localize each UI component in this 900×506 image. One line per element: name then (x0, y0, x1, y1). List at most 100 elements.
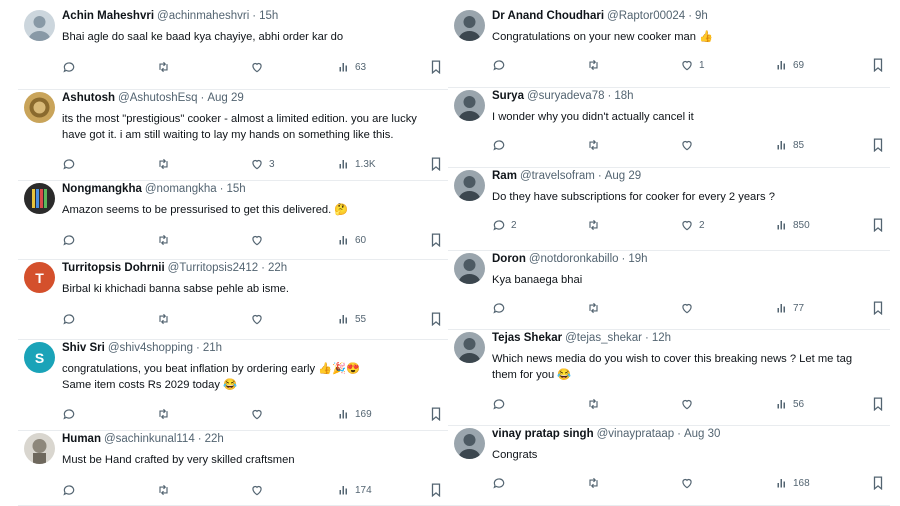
views-button[interactable]: 85 (776, 137, 804, 153)
handle[interactable]: @notdoronkabillo (529, 253, 619, 265)
like-button[interactable] (250, 59, 269, 75)
default-user-icon[interactable] (24, 10, 55, 41)
handle[interactable]: @AshutoshEsq (118, 92, 197, 104)
timestamp[interactable]: 22h (205, 433, 224, 445)
timestamp[interactable]: 15h (227, 183, 246, 195)
reply-tweet[interactable]: S Shiv Sri @shiv4shopping · 21h congratulatio… (10, 340, 448, 431)
repost-button[interactable] (586, 396, 606, 412)
display-name[interactable]: Nongmangkha (62, 183, 142, 195)
views-button[interactable]: 63 (338, 59, 366, 75)
handle[interactable]: @shiv4shopping (108, 342, 193, 354)
reply-button[interactable] (492, 57, 511, 73)
photo-avatar-icon[interactable] (454, 332, 485, 363)
reply-button[interactable] (492, 300, 511, 316)
like-button[interactable] (680, 300, 699, 316)
avatar[interactable]: S (24, 342, 55, 373)
views-button[interactable]: 77 (776, 300, 804, 316)
reply-button[interactable] (62, 59, 81, 75)
like-button[interactable]: 3 (250, 156, 275, 172)
reply-tweet[interactable]: vinay pratap singh @vinayprataap · Aug 30 Co… (440, 426, 890, 506)
bookmark-button[interactable] (872, 217, 884, 233)
bookmark-button[interactable] (872, 396, 884, 412)
handle[interactable]: @Raptor00024 (607, 10, 685, 22)
bookmark-button[interactable] (872, 57, 884, 73)
handle[interactable]: @achinmaheshvri (157, 10, 249, 22)
views-button[interactable]: 1.3K (338, 156, 376, 172)
reply-button[interactable] (492, 396, 511, 412)
like-button[interactable] (250, 482, 269, 498)
reply-tweet[interactable]: Ashutosh @AshutoshEsq · Aug 29 its the most … (10, 90, 448, 181)
repost-button[interactable] (586, 217, 606, 233)
views-button[interactable]: 168 (776, 475, 810, 491)
photo-avatar-icon[interactable] (454, 10, 485, 41)
handle[interactable]: @sachinkunal114 (104, 433, 195, 445)
reply-button[interactable] (62, 406, 81, 422)
handle[interactable]: @Turritopsis2412 (168, 262, 259, 274)
stripes-avatar-icon[interactable] (24, 183, 55, 214)
like-button[interactable] (680, 396, 699, 412)
statue-avatar-icon[interactable] (24, 433, 55, 464)
repost-button[interactable] (156, 311, 176, 327)
views-button[interactable]: 55 (338, 311, 366, 327)
repost-button[interactable] (156, 482, 176, 498)
display-name[interactable]: vinay pratap singh (492, 428, 594, 440)
bookmark-button[interactable] (872, 137, 884, 153)
display-name[interactable]: Tejas Shekar (492, 332, 562, 344)
timestamp[interactable]: Aug 29 (605, 170, 641, 182)
bookmark-button[interactable] (872, 300, 884, 316)
timestamp[interactable]: Aug 29 (207, 92, 243, 104)
reply-button[interactable]: 2 (492, 217, 517, 233)
display-name[interactable]: Dr Anand Choudhari (492, 10, 604, 22)
reply-tweet[interactable]: T Turritopsis Dohrnii @Turritopsis2412 · 22h… (10, 260, 448, 340)
timestamp[interactable]: 22h (268, 262, 287, 274)
display-name[interactable]: Human (62, 433, 101, 445)
display-name[interactable]: Surya (492, 90, 524, 102)
reply-tweet[interactable]: Achin Maheshvri @achinmaheshvri · 15h Bhai a… (10, 8, 448, 90)
handle[interactable]: @travelsofram (520, 170, 595, 182)
timestamp[interactable]: 21h (203, 342, 222, 354)
timestamp[interactable]: 9h (695, 10, 708, 22)
reply-tweet[interactable]: Doron @notdoronkabillo · 19h Kya banaega bha… (440, 251, 890, 330)
handle[interactable]: @vinayprataap (597, 428, 675, 440)
display-name[interactable]: Doron (492, 253, 526, 265)
reply-tweet[interactable]: Ram @travelsofram · Aug 29 Do they have subs… (440, 168, 890, 251)
handle[interactable]: @nomangkha (145, 183, 217, 195)
views-button[interactable]: 56 (776, 396, 804, 412)
like-button[interactable] (680, 475, 699, 491)
repost-button[interactable] (586, 300, 606, 316)
timestamp[interactable]: 19h (628, 253, 647, 265)
reply-tweet[interactable]: Surya @suryadeva78 · 18h I wonder why you di… (440, 88, 890, 168)
reply-button[interactable] (62, 482, 81, 498)
reply-button[interactable] (62, 156, 81, 172)
photo-avatar-icon[interactable] (454, 90, 485, 121)
reply-tweet[interactable]: Nongmangkha @nomangkha · 15h Amazon seems to… (10, 181, 448, 260)
emblem-avatar-icon[interactable] (24, 92, 55, 123)
views-button[interactable]: 60 (338, 232, 366, 248)
photo-avatar-icon[interactable] (454, 428, 485, 459)
repost-button[interactable] (156, 232, 176, 248)
like-button[interactable] (250, 311, 269, 327)
timestamp[interactable]: 12h (652, 332, 671, 344)
avatar[interactable]: T (24, 262, 55, 293)
timestamp[interactable]: 18h (614, 90, 633, 102)
views-button[interactable]: 850 (776, 217, 810, 233)
views-button[interactable]: 169 (338, 406, 372, 422)
views-button[interactable]: 69 (776, 57, 804, 73)
photo-avatar-icon[interactable] (454, 170, 485, 201)
display-name[interactable]: Shiv Sri (62, 342, 105, 354)
repost-button[interactable] (156, 59, 176, 75)
reply-button[interactable] (492, 137, 511, 153)
display-name[interactable]: Ram (492, 170, 517, 182)
display-name[interactable]: Ashutosh (62, 92, 115, 104)
handle[interactable]: @suryadeva78 (527, 90, 605, 102)
reply-tweet[interactable]: Human @sachinkunal114 · 22h Must be Hand cra… (10, 431, 448, 506)
reply-tweet[interactable]: Tejas Shekar @tejas_shekar · 12h Which news … (440, 330, 890, 426)
repost-button[interactable] (586, 57, 606, 73)
timestamp[interactable]: 15h (259, 10, 278, 22)
like-button[interactable] (680, 137, 699, 153)
reply-button[interactable] (492, 475, 511, 491)
like-button[interactable] (250, 406, 269, 422)
like-button[interactable]: 2 (680, 217, 705, 233)
photo-avatar-icon[interactable] (454, 253, 485, 284)
timestamp[interactable]: Aug 30 (684, 428, 720, 440)
